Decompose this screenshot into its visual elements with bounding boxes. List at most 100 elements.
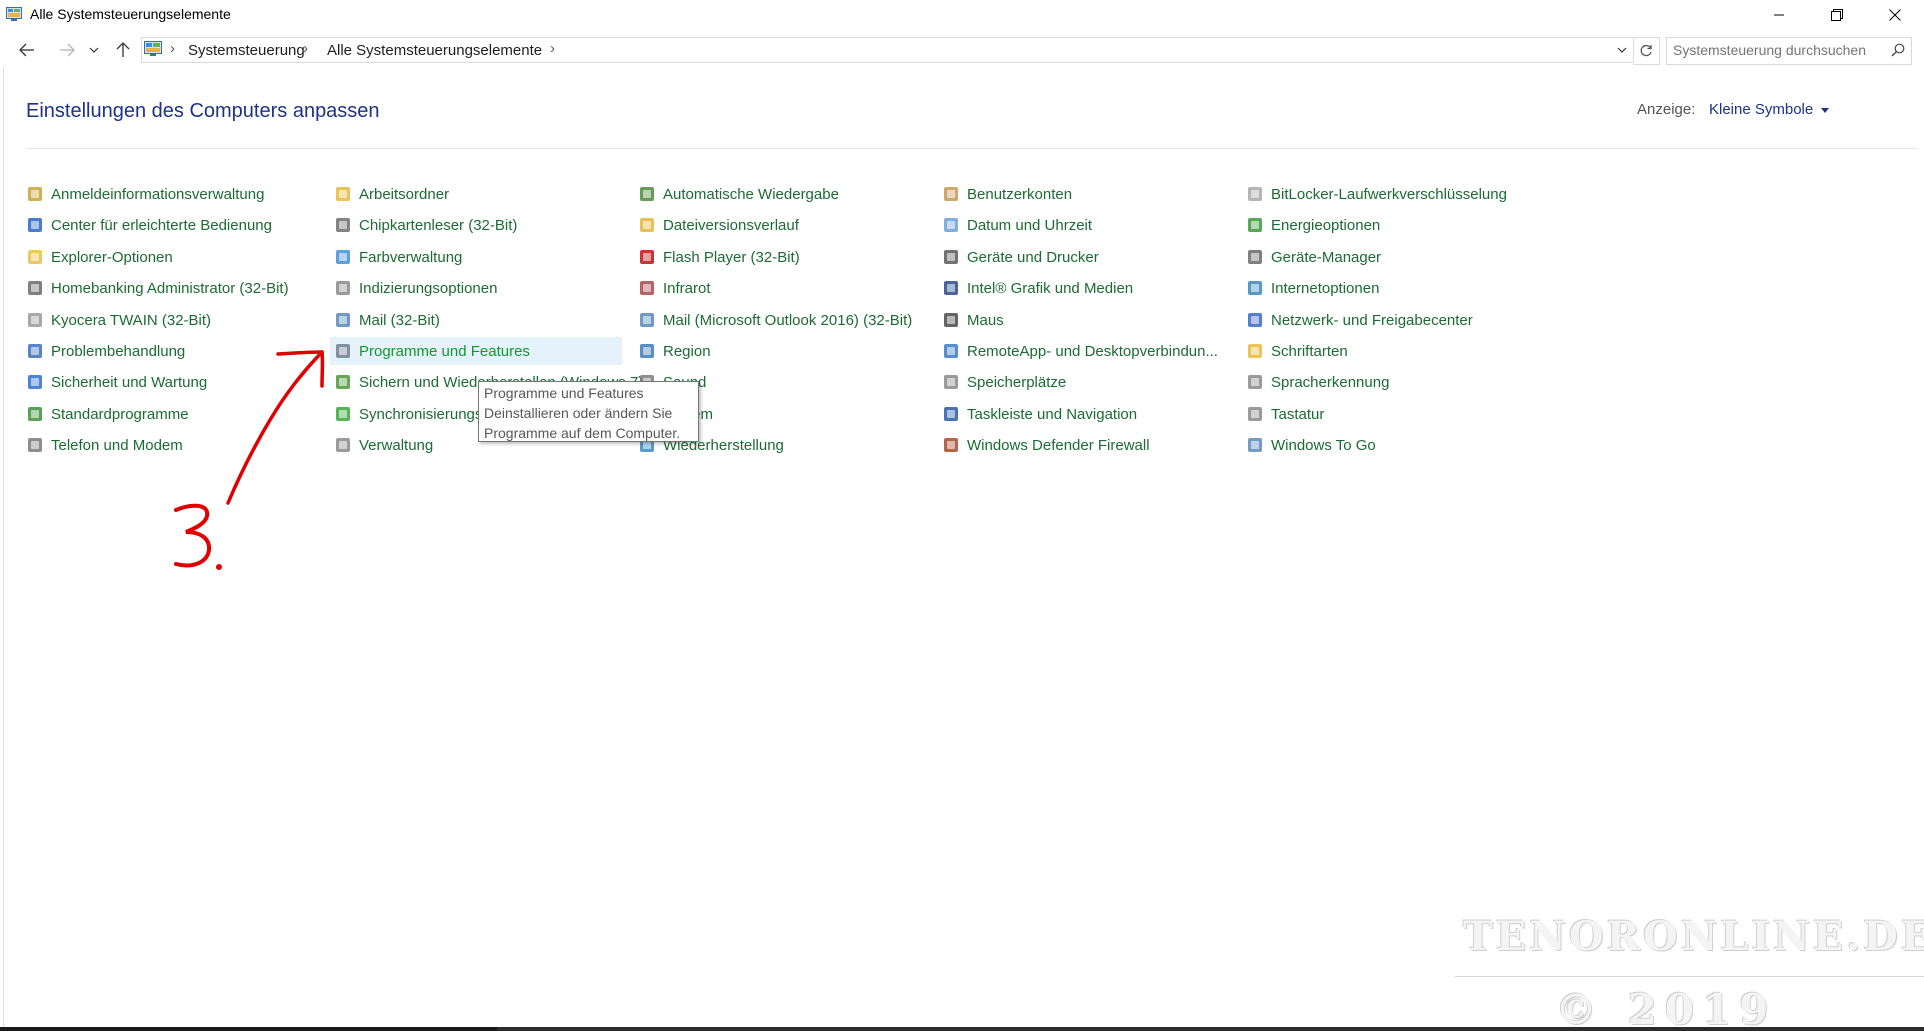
control-panel-item[interactable]: Verwaltung [330, 431, 433, 459]
control-panel-item[interactable]: Internetoptionen [1242, 274, 1379, 302]
view-label: Anzeige: [1637, 101, 1696, 118]
red-arrow-annotation [174, 350, 325, 570]
control-panel-item-label: Intel® Grafik und Medien [967, 279, 1134, 297]
control-panel-item-label: BitLocker-Laufwerkverschlüsselung [1271, 185, 1507, 203]
annotation-digit-three [174, 503, 212, 568]
control-panel-item[interactable]: Taskleiste und Navigation [938, 400, 1137, 428]
breadcrumb-systemsteuerung[interactable]: Systemsteuerung [188, 42, 305, 59]
control-panel-item[interactable]: BitLocker-Laufwerkverschlüsselung [1242, 180, 1507, 208]
control-panel-item-label: Windows Defender Firewall [967, 436, 1150, 454]
control-panel-item[interactable]: Anmeldeinformationsverwaltung [22, 180, 264, 208]
control-panel-item[interactable]: Spracherkennung [1242, 368, 1389, 396]
close-icon [1889, 9, 1901, 21]
control-panel-item[interactable]: Sicherheit und Wartung [22, 368, 207, 396]
default-programs-icon [28, 407, 42, 421]
control-panel-item[interactable]: Energieoptionen [1242, 211, 1380, 239]
control-panel-item-label: Region [663, 342, 711, 360]
control-panel-item-label: Mail (Microsoft Outlook 2016) (32-Bit) [663, 311, 913, 329]
device-manager-icon [1248, 250, 1262, 264]
clock-icon [944, 218, 958, 232]
document-icon [28, 313, 42, 327]
control-panel-item[interactable]: Farbverwaltung [330, 243, 462, 271]
back-button[interactable] [16, 39, 38, 61]
breadcrumb-separator-icon: › [170, 40, 175, 57]
users-icon [944, 187, 958, 201]
restore-button[interactable] [1808, 0, 1866, 30]
minimize-button[interactable] [1750, 0, 1808, 30]
address-field[interactable]: › Systemsteuerung › Alle Systemsteuerung… [141, 37, 1634, 63]
control-panel-item[interactable]: Problembehandlung [22, 337, 185, 365]
page-title: Einstellungen des Computers anpassen [26, 100, 380, 122]
chevron-down-icon[interactable] [1617, 47, 1627, 53]
phone-icon [28, 438, 42, 452]
breadcrumb-alle-elemente[interactable]: Alle Systemsteuerungselemente [327, 42, 542, 59]
control-panel-item[interactable]: Arbeitsordner [330, 180, 449, 208]
up-button[interactable] [112, 39, 134, 61]
control-panel-item[interactable]: Tastatur [1242, 400, 1324, 428]
refresh-button[interactable] [1633, 37, 1660, 65]
search-icon[interactable] [1891, 43, 1905, 57]
fonts-icon [1248, 344, 1262, 358]
control-panel-item[interactable]: Homebanking Administrator (32-Bit) [22, 274, 289, 302]
control-panel-item[interactable]: Center für erleichterte Bedienung [22, 211, 272, 239]
tooltip-title: Programme und Features [484, 385, 644, 401]
view-mode-dropdown[interactable]: Kleine Symbole [1709, 101, 1813, 118]
restore-icon [1831, 9, 1843, 21]
control-panel-item[interactable]: Schriftarten [1242, 337, 1348, 365]
control-panel-item[interactable]: Automatische Wiedergabe [634, 180, 839, 208]
control-panel-item-label: RemoteApp- und Desktopverbindun... [967, 342, 1218, 360]
forward-button[interactable] [56, 39, 78, 61]
search-box[interactable] [1666, 37, 1912, 65]
control-panel-item[interactable]: Region [634, 337, 711, 365]
caret-down-icon[interactable] [1821, 108, 1829, 113]
control-panel-item[interactable]: Kyocera TWAIN (32-Bit) [22, 306, 211, 334]
control-panel-item[interactable]: Geräte und Drucker [938, 243, 1099, 271]
ease-of-access-icon [28, 218, 42, 232]
control-panel-item[interactable]: Benutzerkonten [938, 180, 1072, 208]
control-panel-item-label: Benutzerkonten [967, 185, 1073, 203]
printer-icon [944, 250, 958, 264]
breadcrumb-separator-icon: › [550, 40, 555, 57]
power-icon [1248, 218, 1262, 232]
control-panel-item[interactable]: Mail (32-Bit) [330, 306, 440, 334]
backup-icon [336, 375, 350, 389]
control-panel-item[interactable]: Chipkartenleser (32-Bit) [330, 211, 517, 239]
control-panel-item[interactable]: Intel® Grafik und Medien [938, 274, 1133, 302]
control-panel-item[interactable]: RemoteApp- und Desktopverbindun... [938, 337, 1218, 365]
control-panel-item[interactable]: Infrarot [634, 274, 711, 302]
control-panel-item[interactable]: Programme und Features [330, 337, 622, 365]
indexing-icon [336, 281, 350, 295]
control-panel-item[interactable]: Speicherplätze [938, 368, 1066, 396]
control-panel-item[interactable]: Maus [938, 306, 1004, 334]
control-panel-item[interactable]: Explorer-Optionen [22, 243, 173, 271]
control-panel-item[interactable]: Flash Player (32-Bit) [634, 243, 800, 271]
storage-icon [944, 375, 958, 389]
control-panel-item[interactable]: Windows Defender Firewall [938, 431, 1150, 459]
close-button[interactable] [1866, 0, 1924, 30]
control-panel-item-label: Energieoptionen [1271, 216, 1381, 234]
mail-icon [336, 313, 350, 327]
control-panel-item-label: Arbeitsordner [359, 185, 450, 203]
recent-locations-button[interactable] [86, 39, 102, 61]
control-panel-item[interactable]: Indizierungsoptionen [330, 274, 497, 302]
control-panel-item[interactable]: Dateiversionsverlauf [634, 211, 799, 239]
search-input[interactable] [1673, 41, 1873, 59]
window-title: Alle Systemsteuerungselemente [30, 6, 231, 22]
control-panel-item[interactable]: Standardprogramme [22, 400, 189, 428]
control-panel-item-label: Chipkartenleser (32-Bit) [359, 216, 518, 234]
remote-icon [944, 344, 958, 358]
control-panel-item[interactable]: Datum und Uhrzeit [938, 211, 1092, 239]
control-panel-item[interactable]: Geräte-Manager [1242, 243, 1381, 271]
control-panel-item[interactable]: Telefon und Modem [22, 431, 183, 459]
control-panel-item-label: Verwaltung [359, 436, 434, 454]
control-panel-item[interactable]: Mail (Microsoft Outlook 2016) (32-Bit) [634, 306, 912, 334]
control-panel-item-label: Infrarot [663, 279, 711, 297]
control-panel-item[interactable]: Netzwerk- und Freigabecenter [1242, 306, 1473, 334]
control-panel-item-label: Geräte-Manager [1271, 248, 1382, 266]
control-panel-item-label: Explorer-Optionen [51, 248, 173, 266]
control-panel-item[interactable]: Windows To Go [1242, 431, 1376, 459]
control-panel-item-label: Problembehandlung [51, 342, 186, 360]
bitlocker-icon [1248, 187, 1262, 201]
network-icon [1248, 313, 1262, 327]
file-history-icon [640, 218, 654, 232]
